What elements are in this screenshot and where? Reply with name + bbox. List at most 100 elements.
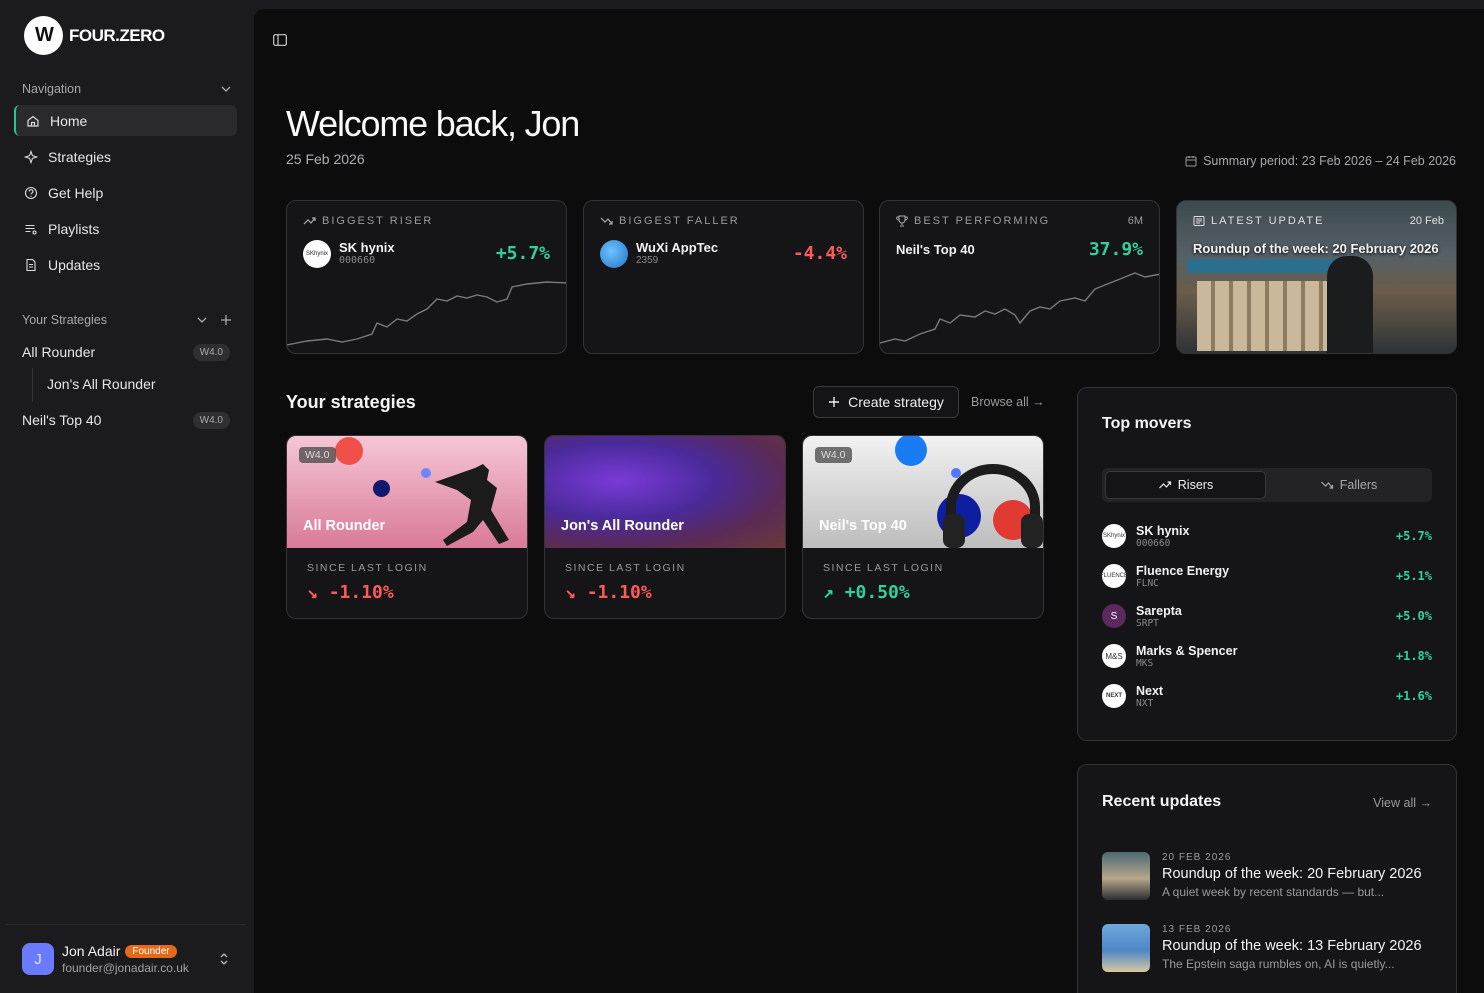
mover-row[interactable]: M&S Marks & Spencer MKS +1.8% — [1102, 640, 1432, 672]
kpi-label-text: BEST PERFORMING — [914, 215, 1051, 227]
create-strategy-button[interactable]: Create strategy — [813, 386, 959, 418]
mover-ticker: FLNC — [1136, 577, 1159, 589]
mover-ticker: 000660 — [1136, 537, 1171, 549]
mover-row[interactable]: FLUENCE Fluence Energy FLNC +5.1% — [1100, 560, 1432, 592]
kpi-stock-ticker: 2359 — [636, 255, 659, 266]
sidebar-toggle-icon[interactable] — [273, 34, 287, 46]
user-menu[interactable]: J Jon Adair Founder founder@jonadair.co.… — [6, 924, 246, 993]
strategies-section-title: Your strategies — [286, 392, 416, 412]
browse-all-link[interactable]: Browse all → — [971, 395, 1045, 409]
kpi-best-performing[interactable]: BEST PERFORMING 6M Neil's Top 40 37.9% — [879, 200, 1160, 354]
brand-name: FOUR.ZERO — [69, 25, 165, 45]
logo-mark-icon: W — [24, 16, 63, 55]
kpi-value: 37.9% — [1088, 239, 1143, 260]
update-date: 13 FEB 2026 — [1162, 924, 1232, 935]
mover-name: Marks & Spencer — [1136, 643, 1238, 658]
update-summary: The Epstein saga rumbles on, AI is quiet… — [1162, 957, 1395, 971]
sidebar-strategy-label: All Rounder — [22, 344, 96, 360]
top-movers-panel: Top movers Risers Fallers SKhynix SK hyn… — [1077, 387, 1457, 741]
stock-logo-icon: SKhynix — [1102, 524, 1126, 548]
strategy-card-neils-top-40[interactable]: W4.0 Neil's Top 40 SINCE LAST LOGIN ↗ +0… — [802, 435, 1044, 619]
arrow-down-right-icon: ↘ — [565, 582, 576, 603]
page-title: Welcome back, Jon — [286, 103, 580, 144]
brand-logo[interactable]: W FOUR.ZERO — [24, 16, 165, 55]
nav-item-strategies[interactable]: Strategies — [14, 141, 237, 172]
sparkline-riser — [287, 281, 566, 346]
sidebar-strategy-label: Jon's All Rounder — [47, 376, 156, 392]
kpi-biggest-faller[interactable]: BIGGEST FALLER WuXi AppTec 2359 -4.4% — [583, 200, 864, 354]
kpi-strategy-name: Neil's Top 40 — [896, 242, 975, 257]
sidebar-strategy-jons-all-rounder[interactable]: Jon's All Rounder — [47, 371, 230, 397]
trend-down-icon — [1320, 481, 1333, 489]
since-last-login-label: SINCE LAST LOGIN — [307, 562, 428, 574]
tab-fallers-label: Fallers — [1339, 478, 1378, 492]
view-all-link[interactable]: View all → — [1373, 796, 1432, 810]
top-movers-title: Top movers — [1102, 415, 1192, 432]
update-thumbnail — [1102, 852, 1150, 900]
mover-ticker: MKS — [1136, 657, 1154, 669]
mover-value: +5.7% — [1395, 529, 1432, 543]
chevron-down-icon — [221, 86, 231, 92]
mover-row[interactable]: S Sarepta SRPT +5.0% — [1102, 600, 1432, 632]
strategy-card-value: ↘ -1.10% — [307, 582, 394, 603]
kpi-biggest-riser[interactable]: BIGGEST RISER SKhynix SK hynix 000660 +5… — [286, 200, 567, 354]
kpi-value: -4.4% — [792, 243, 847, 264]
sk-hynix-logo-icon: SKhynix — [303, 240, 331, 268]
wuxi-logo-icon — [600, 240, 628, 268]
page-date: 25 Feb 2026 — [286, 151, 365, 167]
home-icon — [27, 115, 39, 127]
mover-value: +1.6% — [1395, 689, 1432, 703]
navy-dot — [373, 480, 390, 497]
tab-risers-label: Risers — [1177, 478, 1214, 492]
version-badge: W4.0 — [192, 411, 230, 429]
chevron-down-icon[interactable] — [196, 314, 208, 326]
navigation-header[interactable]: Navigation — [22, 82, 232, 96]
nav-item-home[interactable]: Home — [14, 105, 237, 136]
stock-logo-icon: M&S — [1102, 644, 1126, 668]
strategy-card-value: ↗ +0.50% — [823, 582, 910, 603]
create-strategy-label: Create strategy — [848, 394, 944, 410]
update-item[interactable]: 13 FEB 2026 Roundup of the week: 13 Febr… — [1102, 924, 1442, 984]
tree-line — [32, 368, 33, 402]
kpi-label: BEST PERFORMING 6M — [896, 215, 1143, 227]
sidebar-strategy-neils-top-40[interactable]: Neil's Top 40 W4.0 — [22, 407, 230, 433]
kpi-value: +5.7% — [495, 243, 550, 264]
main-content: Welcome back, Jon 25 Feb 2026 Summary pe… — [254, 9, 1484, 993]
update-item[interactable]: 20 FEB 2026 Roundup of the week: 20 Febr… — [1102, 852, 1442, 912]
strategy-card-all-rounder[interactable]: W4.0 All Rounder SINCE LAST LOGIN ↘ -1.1… — [286, 435, 528, 619]
nav-item-playlists[interactable]: Playlists — [14, 213, 237, 244]
arrow-down-right-icon: ↘ — [307, 582, 318, 603]
kpi-period: 6M — [1127, 215, 1143, 227]
kpi-latest-update[interactable]: LATEST UPDATE 20 Feb Roundup of the week… — [1176, 200, 1457, 354]
arrow-up-right-icon: ↗ — [823, 582, 834, 603]
headphones-image — [943, 464, 1043, 548]
avatar: J — [22, 943, 54, 975]
your-strategies-header: Your Strategies — [22, 313, 232, 327]
nav-item-get-help[interactable]: Get Help — [14, 177, 237, 208]
kpi-label-text: LATEST UPDATE — [1211, 215, 1325, 227]
strategy-card-jons-all-rounder[interactable]: Jon's All Rounder SINCE LAST LOGIN ↘ -1.… — [544, 435, 786, 619]
mover-row[interactable]: NEXT Next NXT +1.6% — [1102, 680, 1432, 712]
tab-fallers[interactable]: Fallers — [1268, 471, 1429, 499]
navigation-label: Navigation — [22, 82, 82, 96]
trophy-icon — [896, 215, 908, 227]
role-badge: Founder — [125, 944, 177, 958]
tab-risers[interactable]: Risers — [1105, 471, 1266, 499]
mover-row[interactable]: SKhynix SK hynix 000660 +5.7% — [1102, 520, 1432, 552]
mover-value: +5.1% — [1395, 569, 1432, 583]
sidebar-strategy-all-rounder[interactable]: All Rounder W4.0 — [22, 339, 230, 365]
chevron-updown-icon — [220, 953, 228, 965]
strategy-card-title: All Rounder — [303, 518, 386, 534]
mover-value: +5.0% — [1395, 609, 1432, 623]
sidebar-strategy-label: Neil's Top 40 — [22, 412, 102, 428]
trend-down-icon — [600, 217, 613, 225]
add-strategy-icon[interactable] — [220, 314, 232, 326]
blue-dot — [895, 436, 927, 466]
nav-item-updates[interactable]: Updates — [14, 249, 237, 280]
trend-up-icon — [303, 217, 316, 225]
nav-item-label: Strategies — [48, 148, 112, 165]
person-silhouette-image — [1327, 256, 1373, 353]
kpi-label-text: BIGGEST FALLER — [619, 215, 740, 227]
strategy-card-value-text: -1.10% — [328, 582, 394, 603]
strategy-card-value-text: +0.50% — [844, 582, 910, 603]
